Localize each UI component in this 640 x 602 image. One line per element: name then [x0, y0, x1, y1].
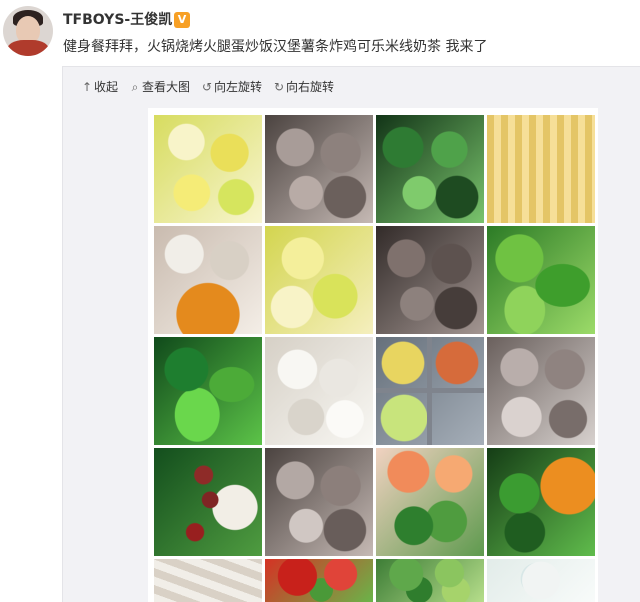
food-photo: [154, 226, 262, 334]
food-photo: [487, 337, 595, 445]
view-large-label: 查看大图: [142, 80, 191, 94]
rotate-right-label: 向右旋转: [286, 80, 335, 94]
media-panel: ↑ 收起 ⌕ 查看大图 ↺ 向左旋转 ↻ 向右旋转: [62, 66, 640, 602]
verified-badge-icon: V: [174, 12, 190, 28]
food-photo: [265, 448, 373, 556]
post-text: 健身餐拜拜，火锅烧烤火腿蛋炒饭汉堡薯条炸鸡可乐米线奶茶 我来了: [63, 39, 488, 55]
collapse-label: 收起: [94, 80, 119, 94]
food-photo: [487, 559, 595, 602]
avatar[interactable]: [3, 6, 53, 56]
food-photo: [265, 115, 373, 223]
food-photo: [376, 337, 484, 445]
image-frame[interactable]: [148, 108, 598, 602]
collapse-button[interactable]: ↑ 收起: [81, 79, 118, 95]
food-photo: [376, 559, 484, 602]
rotate-right-button[interactable]: ↻ 向右旋转: [273, 79, 334, 95]
rotate-right-icon: ↻: [274, 80, 285, 94]
magnifier-icon: ⌕: [131, 80, 139, 94]
food-photo: [376, 448, 484, 556]
food-photo: [487, 115, 595, 223]
food-photo: [376, 115, 484, 223]
avatar-shirt: [7, 40, 49, 56]
food-photo: [154, 337, 262, 445]
food-photo: [154, 115, 262, 223]
food-photo: [154, 448, 262, 556]
food-photo: [265, 337, 373, 445]
image-toolbar: ↑ 收起 ⌕ 查看大图 ↺ 向左旋转 ↻ 向右旋转: [81, 79, 334, 95]
username[interactable]: TFBOYS-王俊凯: [63, 12, 172, 28]
food-photo: [487, 448, 595, 556]
food-photo: [265, 226, 373, 334]
view-large-button[interactable]: ⌕ 查看大图: [129, 79, 190, 95]
food-photo: [265, 559, 373, 602]
food-photo: [376, 226, 484, 334]
arrow-up-icon: ↑: [81, 80, 93, 94]
food-photo: [487, 226, 595, 334]
rotate-left-label: 向左旋转: [214, 80, 263, 94]
rotate-left-button[interactable]: ↺ 向左旋转: [201, 79, 262, 95]
rotate-left-icon: ↺: [202, 80, 213, 94]
food-photo: [154, 559, 262, 602]
